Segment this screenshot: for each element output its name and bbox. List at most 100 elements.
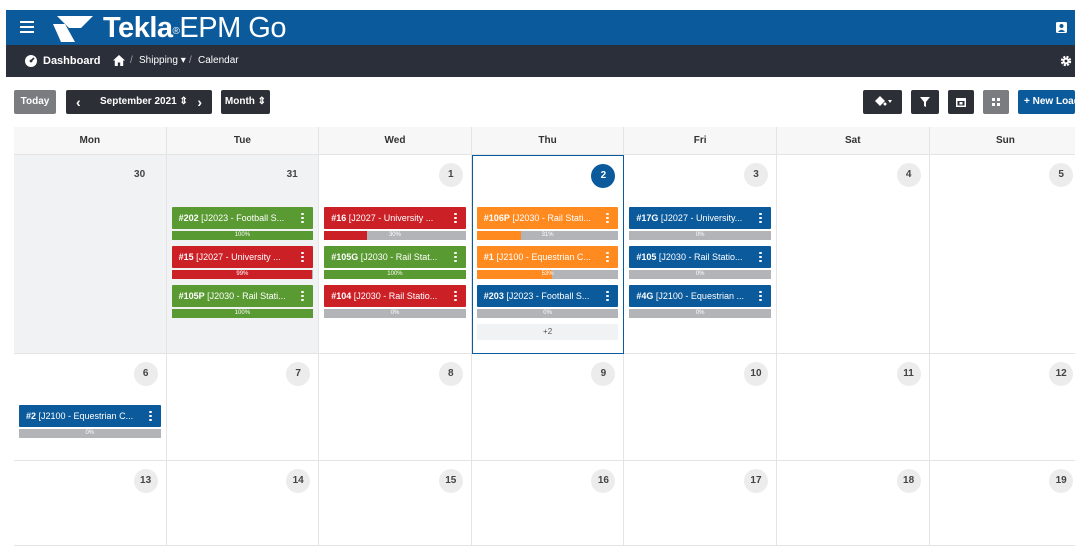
load-card[interactable]: #2 [J2100 - Equestrian C... 0% [19, 405, 161, 438]
chevron-left-icon[interactable]: ‹ [76, 90, 81, 114]
weekday-header: Sat [777, 127, 930, 155]
load-progress-label: 100% [387, 271, 403, 277]
calendar-day-cell[interactable]: 11 [777, 354, 930, 461]
load-job: [J2100 - Equestrian ... [653, 291, 744, 301]
more-vertical-icon[interactable] [301, 213, 305, 223]
load-progress-bar: 53% [476, 270, 619, 279]
calendar-day-cell[interactable]: 18 [777, 461, 930, 546]
grid-view-button[interactable] [983, 90, 1009, 114]
more-vertical-icon[interactable] [453, 252, 457, 262]
load-title-bar[interactable]: #16 [J2027 - University ... [324, 207, 466, 229]
dashboard-icon [25, 55, 37, 67]
color-by-button[interactable] [863, 90, 902, 114]
load-job: [J2030 - Rail Statio... [351, 291, 438, 301]
calendar-day-cell[interactable]: 14 [166, 461, 320, 546]
load-job: [J2030 - Rail Stati... [509, 213, 591, 223]
calendar-day-cell[interactable]: 16 [471, 461, 625, 546]
load-title-bar[interactable]: #17G [J2027 - University... [629, 207, 771, 229]
load-job: [J2027 - University ... [346, 213, 434, 223]
more-vertical-icon[interactable] [758, 252, 762, 262]
load-title-bar[interactable]: #4G [J2100 - Equestrian ... [629, 285, 771, 307]
new-load-button[interactable]: + New Load [1018, 90, 1075, 114]
load-progress-label: 99% [236, 271, 249, 277]
load-card[interactable]: #16 [J2027 - University ... 30% [324, 207, 466, 240]
calendar-day-cell[interactable]: 13 [14, 461, 167, 546]
load-title-bar[interactable]: #105P [J2030 - Rail Stati... [171, 285, 314, 307]
more-vertical-icon[interactable] [606, 252, 610, 262]
hamburger-icon[interactable] [20, 21, 34, 33]
period-select[interactable]: September 2021 ⇕ [100, 90, 188, 114]
chevron-right-icon[interactable]: › [197, 90, 202, 114]
more-vertical-icon[interactable] [758, 213, 762, 223]
load-card[interactable]: #104 [J2030 - Rail Statio... 0% [324, 285, 466, 318]
load-progress-label: 0% [695, 310, 705, 316]
load-card[interactable]: #202 [J2023 - Football S... 100% [171, 207, 314, 240]
period-navigator: ‹ September 2021 ⇕ › [66, 90, 212, 114]
calendar-day-cell[interactable]: 7 [166, 354, 320, 461]
filter-button[interactable] [911, 90, 939, 114]
more-vertical-icon[interactable] [301, 291, 305, 301]
calendar-day-cell[interactable]: 10 [624, 354, 777, 461]
calendar-day-cell[interactable]: 5 [929, 155, 1075, 354]
load-title-bar[interactable]: #105G [J2030 - Rail Stat... [324, 246, 466, 268]
load-title-bar[interactable]: #104 [J2030 - Rail Statio... [324, 285, 466, 307]
load-card[interactable]: #15 [J2027 - University ... 99% [171, 246, 314, 279]
more-vertical-icon[interactable] [148, 411, 152, 421]
load-progress-bar: 0% [324, 309, 466, 318]
load-card[interactable]: #105 [J2030 - Rail Statio... 0% [629, 246, 771, 279]
breadcrumb-calendar[interactable]: Calendar [198, 45, 239, 77]
today-button[interactable]: Today [14, 90, 56, 114]
breadcrumb-dashboard[interactable]: Dashboard [43, 45, 100, 77]
breadcrumb-shipping[interactable]: Shipping ▾ [139, 45, 186, 77]
load-progress-label: 100% [234, 310, 251, 316]
load-title-bar[interactable]: #1 [J2100 - Equestrian C... [476, 246, 619, 268]
more-vertical-icon[interactable] [301, 252, 305, 262]
load-card[interactable]: #105G [J2030 - Rail Stat... 100% [324, 246, 466, 279]
load-card[interactable]: #1 [J2100 - Equestrian C... 53% [476, 246, 619, 279]
calendar-options-button[interactable] [948, 90, 974, 114]
more-loads-link[interactable]: +2 [476, 324, 619, 340]
load-title-bar[interactable]: #2 [J2100 - Equestrian C... [19, 405, 161, 427]
home-icon[interactable] [113, 55, 125, 66]
load-number: #202 [178, 213, 199, 223]
load-card[interactable]: #203 [J2023 - Football S... 0% [476, 285, 619, 318]
calendar-day-cell[interactable]: 15 [319, 461, 472, 546]
calendar-day-cell[interactable]: 9 [471, 354, 625, 461]
load-title-bar[interactable]: #203 [J2023 - Football S... [476, 285, 619, 307]
load-progress-bar: 0% [629, 309, 771, 318]
load-progress-bar: 0% [476, 309, 619, 318]
calendar-day-cell[interactable]: 4 [777, 155, 930, 354]
grid-icon [992, 98, 1000, 106]
calendar-day-cell[interactable]: 12 [929, 354, 1075, 461]
user-icon[interactable] [1056, 22, 1067, 33]
load-card[interactable]: #105P [J2030 - Rail Stati... 100% [171, 285, 314, 318]
more-vertical-icon[interactable] [606, 213, 610, 223]
load-job: [J2027 - University ... [193, 252, 281, 262]
load-job: [J2023 - Football S... [503, 291, 590, 301]
calendar-day-cell[interactable]: 17 [624, 461, 777, 546]
calendar-day-cell[interactable]: 30 [14, 155, 167, 354]
calendar-day-cell[interactable]: 8 [319, 354, 472, 461]
more-vertical-icon[interactable] [453, 213, 457, 223]
view-select[interactable]: Month ⇕ [221, 90, 270, 114]
load-title-bar[interactable]: #106P [J2030 - Rail Stati... [476, 207, 619, 229]
day-number: 6 [133, 362, 158, 386]
load-card[interactable]: #106P [J2030 - Rail Stati... 31% [476, 207, 619, 240]
load-job: [J2100 - Equestrian C... [493, 252, 591, 262]
more-vertical-icon[interactable] [758, 291, 762, 301]
load-title-bar[interactable]: #15 [J2027 - University ... [171, 246, 314, 268]
load-card[interactable]: #17G [J2027 - University... 0% [629, 207, 771, 240]
day-number: 18 [896, 469, 921, 493]
load-card[interactable]: #4G [J2100 - Equestrian ... 0% [629, 285, 771, 318]
calendar-day-cell[interactable]: 19 [929, 461, 1075, 546]
load-progress-label: 30% [388, 232, 401, 238]
breadcrumb: Dashboard / Shipping ▾ / Calendar [6, 45, 1075, 77]
gear-icon[interactable] [1060, 55, 1072, 67]
load-job: [J2030 - Rail Stat... [358, 252, 438, 262]
more-vertical-icon[interactable] [606, 291, 610, 301]
load-title-bar[interactable]: #105 [J2030 - Rail Statio... [629, 246, 771, 268]
day-number: 13 [133, 469, 158, 493]
more-vertical-icon[interactable] [453, 291, 457, 301]
load-number: #4G [636, 291, 654, 301]
load-title-bar[interactable]: #202 [J2023 - Football S... [171, 207, 314, 229]
